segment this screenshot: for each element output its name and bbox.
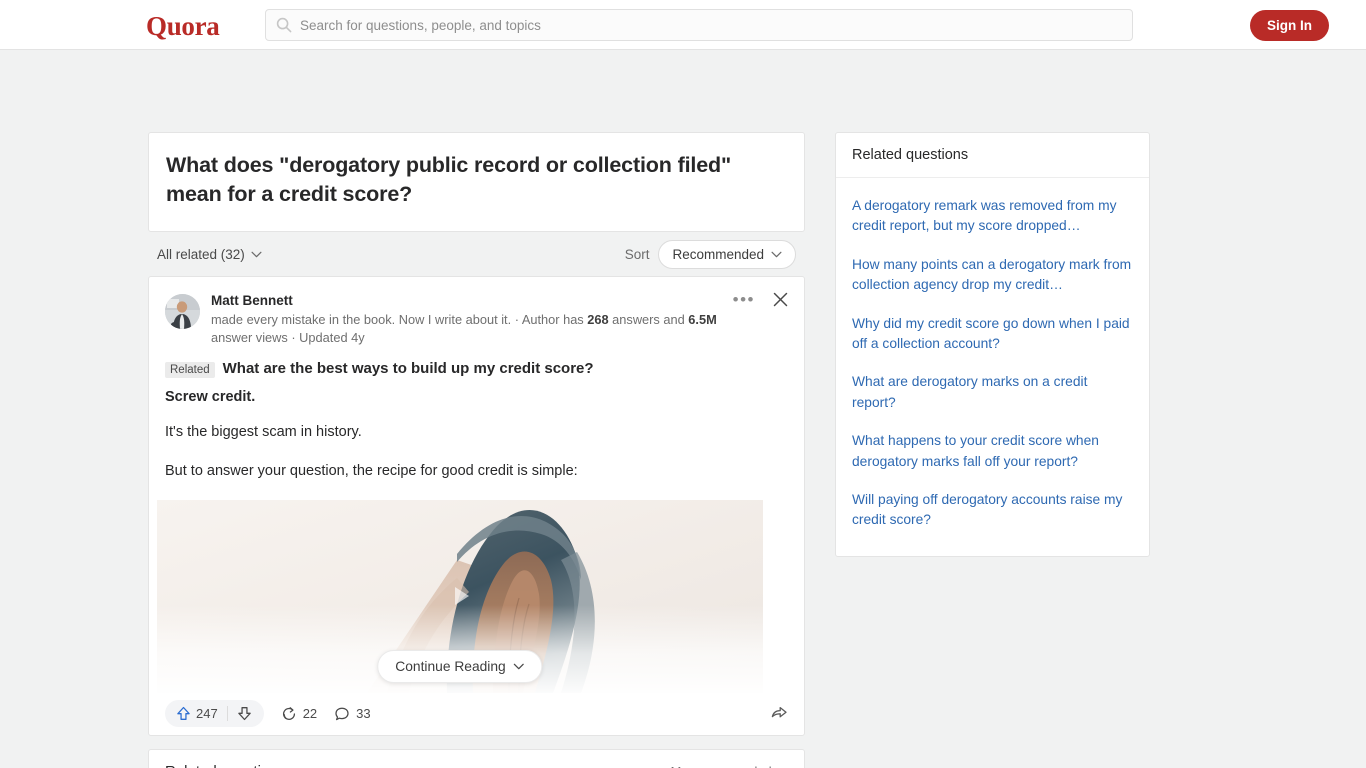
answer-media[interactable]: Continue Reading [157, 499, 763, 693]
site-header: Quora Sign In [0, 0, 1366, 50]
sidebar-item-4[interactable]: What happens to your credit score when d… [852, 422, 1133, 481]
share-button[interactable] [770, 704, 788, 727]
page-title: What does "derogatory public record or c… [166, 153, 732, 207]
continue-reading-label: Continue Reading [395, 658, 506, 674]
author-bio: made every mistake in the book. Now I wr… [211, 311, 718, 347]
sidebar-related-questions-card: Related questions A derogatory remark wa… [835, 132, 1150, 557]
answer-body: Related What are the best ways to build … [149, 348, 804, 482]
author-bio-prefix: made every mistake in the book. Now I wr… [211, 312, 588, 328]
repost-button[interactable]: 22 [281, 706, 317, 722]
sidebar-item-5[interactable]: Will paying off derogatory accounts rais… [852, 481, 1133, 540]
sign-in-button[interactable]: Sign In [1250, 10, 1329, 41]
downvote-icon [237, 707, 251, 721]
continue-reading-button[interactable]: Continue Reading [377, 649, 543, 683]
main-column: What does "derogatory public record or c… [148, 132, 805, 768]
sort-label: Sort [624, 246, 650, 262]
more-answers-below-label[interactable]: More answers below [671, 764, 788, 768]
related-questions-header: Related questions More answers below [149, 750, 804, 768]
author-answers-count: 268 [587, 312, 609, 328]
avatar[interactable] [165, 294, 200, 330]
question-card: What does "derogatory public record or c… [148, 132, 805, 233]
play-icon[interactable] [443, 579, 477, 613]
share-icon [771, 706, 787, 718]
author-meta: Matt Bennett made every mistake in the b… [211, 292, 788, 348]
author-bio-mid: answers and [608, 312, 689, 328]
more-options-icon[interactable]: ••• [733, 291, 755, 308]
author-name[interactable]: Matt Bennett [211, 292, 718, 310]
filter-bar: All related (32) Sort Recommended [148, 232, 805, 276]
page-body: What does "derogatory public record or c… [0, 50, 1366, 768]
author-row: Matt Bennett made every mistake in the b… [149, 277, 804, 348]
sidebar-list: A derogatory remark was removed from my … [836, 178, 1149, 556]
sidebar-item-1[interactable]: How many points can a derogatory mark fr… [852, 246, 1133, 305]
sidebar-title: Related questions [836, 133, 1149, 178]
repost-icon [282, 706, 295, 720]
search-icon [276, 17, 292, 33]
related-questions-title: Related questions [165, 763, 285, 768]
vote-pill: 247 [165, 700, 264, 728]
answer-action-bar: 247 22 33 [149, 693, 804, 735]
sort-value: Recommended [672, 246, 764, 262]
search-bar[interactable] [265, 9, 1133, 41]
repost-count: 22 [302, 706, 318, 722]
close-icon[interactable] [773, 292, 788, 307]
related-badge: Related [165, 361, 215, 378]
avatar-image [165, 294, 200, 330]
upvote-count: 247 [196, 706, 218, 722]
sidebar-item-3[interactable]: What are derogatory marks on a credit re… [852, 363, 1133, 422]
related-questions-card: Related questions More answers below A d… [148, 748, 805, 768]
all-related-label: All related (32) [157, 246, 245, 262]
answer-paragraph-bold: Screw credit. [165, 388, 256, 405]
comment-icon [335, 707, 349, 720]
related-question-link[interactable]: What are the best ways to build up my cr… [223, 360, 594, 377]
answer-row-actions: ••• [733, 291, 788, 308]
sidebar: Related questions A derogatory remark wa… [835, 132, 1150, 557]
author-bio-suffix: answer views · Updated 4y [211, 330, 365, 346]
answer-paragraph-1: It's the biggest scam in history. [165, 423, 362, 440]
chevron-down-icon [514, 663, 525, 669]
related-question-line: Related What are the best ways to build … [165, 360, 788, 378]
answer-paragraph-2: But to answer your question, the recipe … [165, 462, 578, 479]
author-views-count: 6.5M [688, 312, 717, 328]
quora-logo[interactable]: Quora [146, 11, 220, 42]
chevron-down-icon [771, 251, 782, 257]
downvote-button[interactable] [228, 706, 261, 721]
all-related-filter[interactable]: All related (32) [157, 247, 262, 262]
sort-group: Sort Recommended [624, 239, 796, 269]
search-input[interactable] [300, 17, 1122, 33]
sort-dropdown[interactable]: Recommended [658, 239, 796, 269]
comment-button[interactable]: 33 [334, 706, 371, 722]
upvote-button[interactable]: 247 [168, 706, 227, 721]
upvote-icon [177, 706, 190, 721]
sidebar-item-0[interactable]: A derogatory remark was removed from my … [852, 187, 1133, 246]
chevron-down-icon [251, 251, 262, 257]
sidebar-item-2[interactable]: Why did my credit score go down when I p… [852, 305, 1133, 364]
answer-card: Matt Bennett made every mistake in the b… [148, 276, 805, 736]
comment-count: 33 [356, 706, 371, 722]
